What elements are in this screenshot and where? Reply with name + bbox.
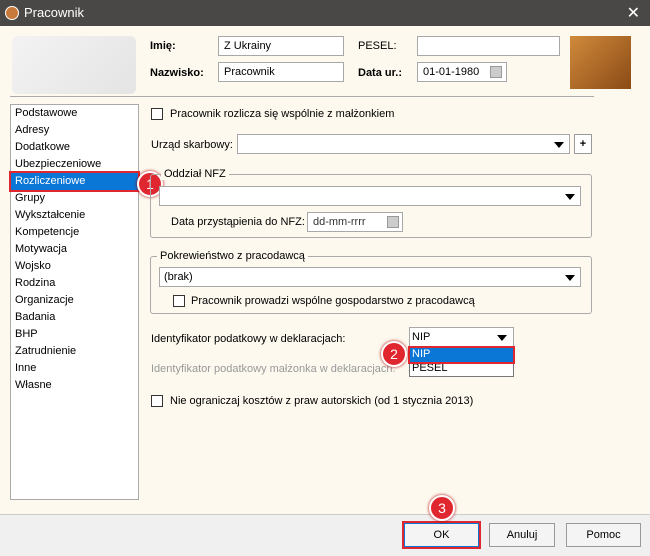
wspolnie-label: Pracownik rozlicza się wspólnie z małżon… bbox=[170, 108, 395, 120]
sidebar-item-wlasne[interactable]: Własne bbox=[11, 377, 138, 394]
sidebar-item-rozliczeniowe[interactable]: Rozliczeniowe bbox=[9, 171, 140, 192]
sidebar-item-rodzina[interactable]: Rodzina bbox=[11, 275, 138, 292]
close-icon[interactable]: ✕ bbox=[627, 3, 640, 23]
nazwisko-input[interactable]: Pracownik bbox=[218, 62, 344, 82]
cancel-button[interactable]: Anuluj bbox=[489, 523, 555, 547]
chevron-down-icon bbox=[497, 335, 507, 341]
data-ur-label: Data ur.: bbox=[358, 67, 403, 79]
sidebar-item-ubezpieczeniowe[interactable]: Ubezpieczeniowe bbox=[11, 156, 138, 173]
sidebar-item-grupy[interactable]: Grupy bbox=[11, 190, 138, 207]
pokrewienstwo-legend: Pokrewieństwo z pracodawcą bbox=[157, 250, 308, 262]
add-urzad-button[interactable]: + bbox=[574, 134, 592, 154]
pokrewienstwo-select[interactable]: (brak) bbox=[159, 267, 581, 287]
sidebar-item-organizacje[interactable]: Organizacje bbox=[11, 292, 138, 309]
sidebar-item-motywacja[interactable]: Motywacja bbox=[11, 241, 138, 258]
sidebar-item-adresy[interactable]: Adresy bbox=[11, 122, 138, 139]
sidebar-item-inne[interactable]: Inne bbox=[11, 360, 138, 377]
sidebar-item-wojsko[interactable]: Wojsko bbox=[11, 258, 138, 275]
pokrewienstwo-value: (brak) bbox=[164, 271, 193, 283]
gospodarstwo-label: Pracownik prowadzi wspólne gospodarstwo … bbox=[191, 295, 475, 307]
divider bbox=[10, 96, 594, 97]
nfz-legend: Oddział NFZ bbox=[161, 168, 229, 180]
sidebar-item-zatrudnienie[interactable]: Zatrudnienie bbox=[11, 343, 138, 360]
sidebar-item-bhp[interactable]: BHP bbox=[11, 326, 138, 343]
chevron-down-icon bbox=[554, 142, 564, 148]
calendar-icon[interactable] bbox=[387, 216, 399, 228]
data-ur-value: 01-01-1980 bbox=[423, 66, 480, 78]
ok-button[interactable]: OK bbox=[402, 521, 481, 549]
ident-select[interactable]: NIP bbox=[409, 327, 514, 347]
urzad-label: Urząd skarbowy: bbox=[151, 139, 233, 151]
step-badge-3: 3 bbox=[429, 495, 455, 521]
ident-dropdown-list: NIP PESEL bbox=[408, 346, 515, 377]
sidebar-item-badania[interactable]: Badania bbox=[11, 309, 138, 326]
chevron-down-icon bbox=[565, 275, 575, 281]
ident-malz-label: Identyfikator podatkowy małżonka w dekla… bbox=[151, 363, 396, 375]
calendar-icon[interactable] bbox=[490, 66, 502, 78]
koszty-label: Nie ograniczaj kosztów z praw autorskich… bbox=[170, 395, 474, 407]
ident-option-pesel[interactable]: PESEL bbox=[410, 362, 513, 376]
pokrewienstwo-group: Pokrewieństwo z pracodawcą (brak) Pracow… bbox=[150, 250, 592, 314]
sidebar-item-kompetencje[interactable]: Kompetencje bbox=[11, 224, 138, 241]
nfz-select[interactable] bbox=[159, 186, 581, 206]
imie-label: Imię: bbox=[150, 40, 176, 52]
person-card-icon bbox=[12, 36, 136, 94]
sidebar-item-wyksztalcenie[interactable]: Wykształcenie bbox=[11, 207, 138, 224]
pesel-label: PESEL: bbox=[358, 40, 397, 52]
window-title: Pracownik bbox=[24, 5, 84, 20]
urzad-select[interactable] bbox=[237, 134, 570, 154]
pesel-input[interactable] bbox=[417, 36, 560, 56]
ident-option-nip[interactable]: NIP bbox=[408, 346, 515, 364]
sidebar: Podstawowe Adresy Dodatkowe Ubezpieczeni… bbox=[9, 104, 140, 500]
app-logo-icon bbox=[5, 6, 19, 20]
koszty-checkbox[interactable] bbox=[151, 395, 163, 407]
title-bar: Pracownik ✕ bbox=[0, 0, 650, 26]
avatar[interactable] bbox=[570, 36, 631, 89]
gospodarstwo-checkbox[interactable] bbox=[173, 295, 185, 307]
imie-input[interactable]: Z Ukrainy bbox=[218, 36, 344, 56]
nfz-group: Oddział NFZ Data przystąpienia do NFZ: d… bbox=[150, 168, 592, 238]
wspolnie-checkbox[interactable] bbox=[151, 108, 163, 120]
sidebar-item-dodatkowe[interactable]: Dodatkowe bbox=[11, 139, 138, 156]
help-button[interactable]: Pomoc bbox=[566, 523, 641, 547]
step-badge-2: 2 bbox=[381, 341, 407, 367]
nfz-date-label: Data przystąpienia do NFZ: bbox=[171, 216, 305, 228]
ident-label: Identyfikator podatkowy w deklaracjach: bbox=[151, 333, 346, 345]
ident-value: NIP bbox=[412, 331, 431, 343]
nazwisko-label: Nazwisko: bbox=[150, 67, 204, 79]
sidebar-item-podstawowe[interactable]: Podstawowe bbox=[11, 105, 138, 122]
chevron-down-icon bbox=[565, 194, 575, 200]
